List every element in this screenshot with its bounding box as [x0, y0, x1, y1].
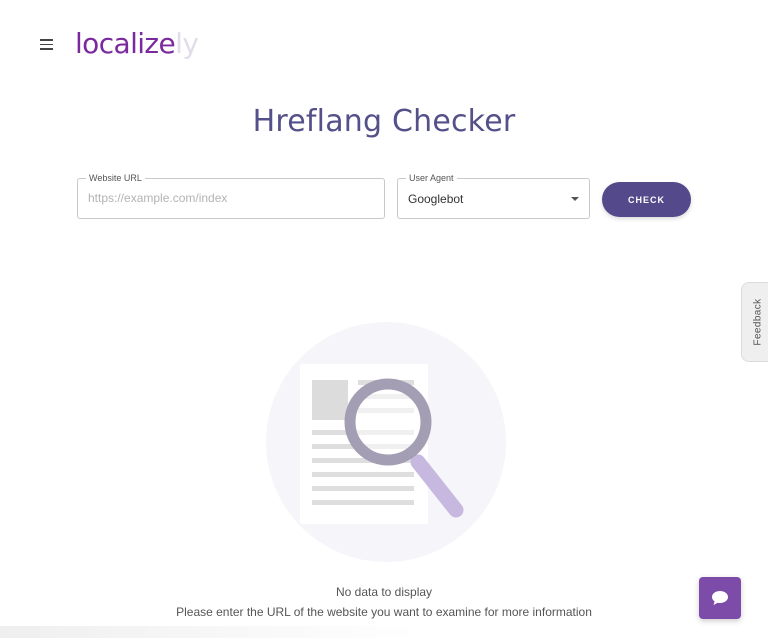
- check-button[interactable]: CHECK: [602, 182, 691, 217]
- page-title: Hreflang Checker: [252, 104, 516, 139]
- empty-state-description: Please enter the URL of the website you …: [176, 605, 592, 619]
- logo-faded-text: ly: [175, 27, 199, 60]
- chevron-down-icon: [571, 197, 579, 201]
- chat-button[interactable]: [699, 577, 741, 619]
- bottom-shadow: [0, 626, 420, 638]
- feedback-tab[interactable]: Feedback: [741, 282, 768, 362]
- feedback-label: Feedback: [752, 298, 764, 346]
- user-agent-label: User Agent: [406, 172, 457, 184]
- user-agent-value: Googlebot: [408, 192, 464, 206]
- website-url-input[interactable]: [88, 191, 378, 205]
- user-agent-select[interactable]: User Agent Googlebot: [397, 172, 590, 219]
- chat-bubble-icon: [712, 591, 728, 605]
- website-url-field: Website URL: [77, 172, 385, 219]
- logo-main-text: localize: [75, 27, 176, 60]
- logo[interactable]: localizely: [75, 26, 199, 62]
- empty-state-title: No data to display: [335, 585, 433, 599]
- menu-icon[interactable]: [40, 39, 54, 51]
- magnifier-document-icon: [262, 322, 510, 562]
- website-url-label: Website URL: [86, 172, 145, 184]
